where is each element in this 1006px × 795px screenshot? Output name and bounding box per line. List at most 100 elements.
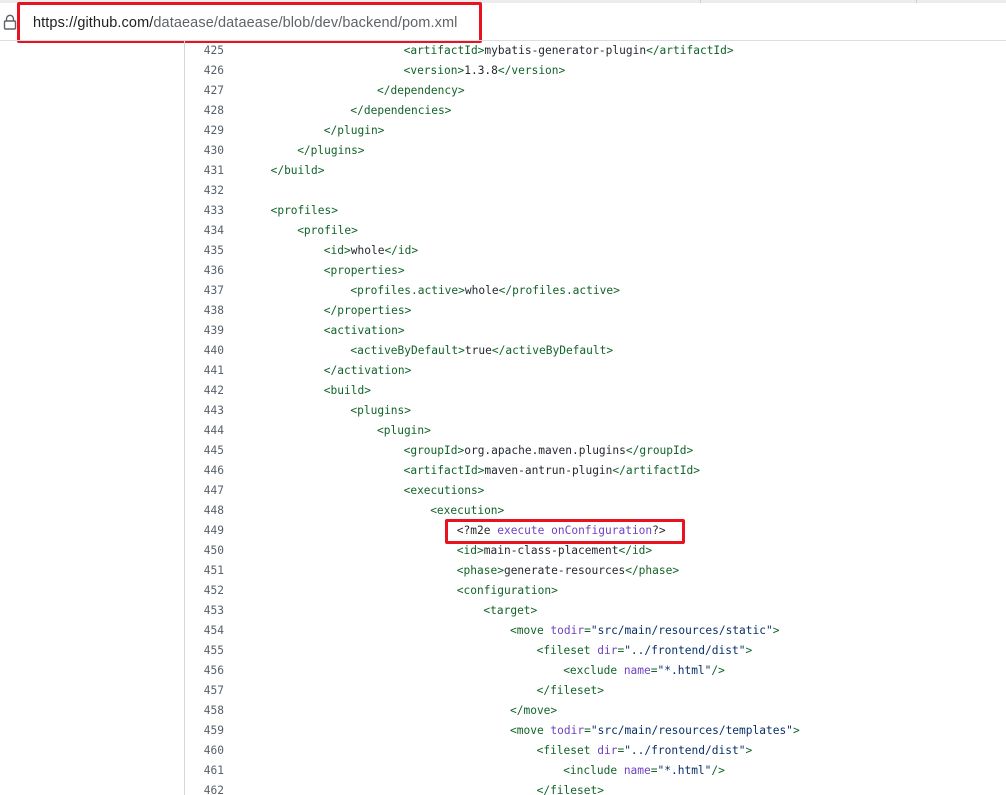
line-code: </fileset> <box>537 681 604 701</box>
code-line: 453 <target> <box>0 601 1006 621</box>
line-code: </dependencies> <box>350 101 451 121</box>
line-number[interactable]: 431 <box>185 161 224 181</box>
line-code: <id>main-class-placement</id> <box>457 541 652 561</box>
line-number[interactable]: 459 <box>185 721 224 741</box>
line-number[interactable]: 433 <box>185 201 224 221</box>
code-token: maven-antrun-plugin <box>484 464 613 477</box>
line-number[interactable]: 429 <box>185 121 224 141</box>
line-number[interactable]: 440 <box>185 341 224 361</box>
code-token: <profile> <box>297 224 358 237</box>
line-number[interactable]: 434 <box>185 221 224 241</box>
code-token: </plugins> <box>297 144 365 157</box>
line-number[interactable]: 436 <box>185 261 224 281</box>
code-token: main-class-placement <box>483 544 619 557</box>
line-number[interactable]: 435 <box>185 241 224 261</box>
code-token: <id> <box>456 544 484 557</box>
code-token: <plugins> <box>350 404 412 417</box>
line-number[interactable]: 449 <box>185 521 224 541</box>
code-token: > <box>772 624 780 637</box>
line-number[interactable]: 439 <box>185 321 224 341</box>
code-token: </dependency> <box>377 84 465 97</box>
url-path: dataease/dataease/blob/dev/backend/pom.x… <box>153 15 458 31</box>
code-token: </id> <box>618 544 653 557</box>
line-number[interactable]: 437 <box>185 281 224 301</box>
line-number[interactable]: 441 <box>185 361 224 381</box>
line-number[interactable]: 452 <box>185 581 224 601</box>
code-token: "*.html" <box>657 764 712 777</box>
code-token: = <box>650 764 658 777</box>
line-number[interactable]: 457 <box>185 681 224 701</box>
line-code: <profile> <box>297 221 358 241</box>
code-token: <phase> <box>456 564 504 577</box>
line-code: </plugin> <box>324 121 385 141</box>
line-number[interactable]: 432 <box>185 181 224 201</box>
code-token: true <box>464 344 492 357</box>
code-token: > <box>745 744 753 757</box>
line-number[interactable]: 443 <box>185 401 224 421</box>
code-token: = <box>584 724 591 737</box>
code-line: 452 <configuration> <box>0 581 1006 601</box>
line-number[interactable]: 461 <box>185 761 224 781</box>
address-bar[interactable]: https://github.com/dataease/dataease/blo… <box>0 3 1006 40</box>
code-token: </fileset> <box>536 784 604 795</box>
code-token: "../frontend/dist" <box>624 644 746 657</box>
line-number[interactable]: 448 <box>185 501 224 521</box>
code-line: 433 <profiles> <box>0 201 1006 221</box>
line-number[interactable]: 428 <box>185 101 224 121</box>
code-token: <id> <box>323 244 351 257</box>
code-line: 442 <build> <box>0 381 1006 401</box>
code-line: 440 <activeByDefault>true</activeByDefaul… <box>0 341 1006 361</box>
code-token: <activation> <box>323 324 405 337</box>
code-token: </activeByDefault> <box>491 344 614 357</box>
code-viewer[interactable]: 425 <artifactId>mybatis-generator-plugin<… <box>0 41 1006 795</box>
lock-icon[interactable] <box>3 14 17 30</box>
line-code: <activation> <box>324 321 405 341</box>
code-token: </properties> <box>323 304 412 317</box>
line-number[interactable]: 450 <box>185 541 224 561</box>
line-number[interactable]: 458 <box>185 701 224 721</box>
code-token: /> <box>711 664 725 677</box>
line-number[interactable]: 455 <box>185 641 224 661</box>
line-number[interactable]: 444 <box>185 421 224 441</box>
line-code: <artifactId>maven-antrun-plugin</artifac… <box>404 461 700 481</box>
line-code: <configuration> <box>457 581 558 601</box>
line-code: <target> <box>483 601 537 621</box>
line-number[interactable]: 445 <box>185 441 224 461</box>
line-number[interactable]: 454 <box>185 621 224 641</box>
line-number[interactable]: 438 <box>185 301 224 321</box>
line-number[interactable]: 456 <box>185 661 224 681</box>
code-line: 431 </build> <box>0 161 1006 181</box>
code-line-highlighted: 449 <?m2e execute onConfiguration?> <box>0 521 1006 541</box>
code-token: <move <box>510 624 551 637</box>
line-code: <id>whole</id> <box>324 241 418 261</box>
code-token: todir <box>550 724 585 737</box>
line-number[interactable]: 453 <box>185 601 224 621</box>
code-token: <configuration> <box>456 584 558 597</box>
line-number[interactable]: 462 <box>185 781 224 795</box>
line-code: <fileset dir="../frontend/dist"> <box>537 641 753 661</box>
code-line: 462 </fileset> <box>0 781 1006 795</box>
line-code: <?m2e execute onConfiguration?> <box>457 521 666 541</box>
code-token: <version> <box>403 64 465 77</box>
line-number[interactable]: 446 <box>185 461 224 481</box>
line-number[interactable]: 425 <box>185 41 224 61</box>
code-token: </fileset> <box>536 684 604 697</box>
code-token: name <box>623 664 651 677</box>
line-number[interactable]: 427 <box>185 81 224 101</box>
line-number[interactable]: 426 <box>185 61 224 81</box>
line-number[interactable]: 430 <box>185 141 224 161</box>
code-token: </id> <box>384 244 419 257</box>
line-number[interactable]: 447 <box>185 481 224 501</box>
code-token: <properties> <box>323 264 405 277</box>
line-code: <include name="*.html"/> <box>563 761 725 781</box>
code-token: <profiles> <box>270 204 338 217</box>
code-token: ?> <box>652 524 666 537</box>
line-number[interactable]: 460 <box>185 741 224 761</box>
url-field[interactable]: https://github.com/dataease/dataease/blo… <box>33 13 457 33</box>
line-code: <phase>generate-resources</phase> <box>457 561 679 581</box>
code-token: name <box>623 764 651 777</box>
code-line: 435 <id>whole</id> <box>0 241 1006 261</box>
code-line: 437 <profiles.active>whole</profiles.acti… <box>0 281 1006 301</box>
line-number[interactable]: 451 <box>185 561 224 581</box>
line-number[interactable]: 442 <box>185 381 224 401</box>
